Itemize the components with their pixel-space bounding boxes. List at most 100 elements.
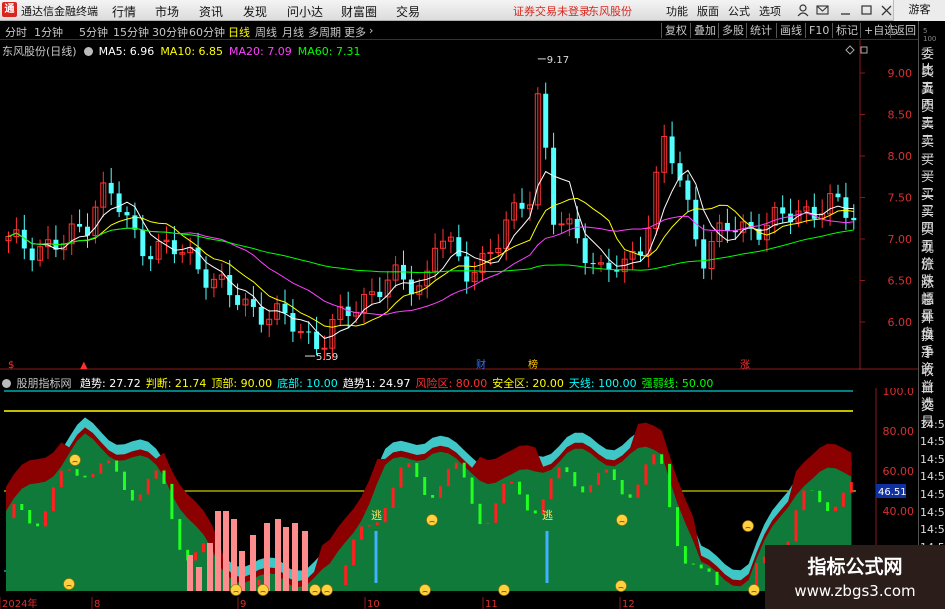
bottom-signal-bar	[264, 523, 270, 591]
maximize-icon[interactable]	[861, 5, 872, 15]
menu-fortune-circle[interactable]: 财富圈	[341, 3, 377, 20]
candle-body-down	[724, 222, 730, 231]
candle-body-down	[851, 217, 857, 221]
period-daily[interactable]: 日线	[228, 24, 250, 40]
emoji-face-icon	[615, 580, 627, 592]
watermark-line1: 指标公式网	[807, 556, 903, 578]
overlay-button[interactable]: 叠加	[690, 23, 716, 38]
x-axis-label: 12	[622, 599, 635, 609]
candle-body-down	[701, 239, 707, 269]
bottom-signal-bar	[239, 551, 245, 591]
bottom-signal-bar	[302, 531, 308, 591]
candle-body-down	[606, 262, 612, 270]
emoji-face-icon	[426, 514, 438, 526]
close-icon[interactable]	[881, 5, 892, 16]
emoji-face-icon	[257, 584, 269, 596]
indicator-tick-label: 80.00	[883, 425, 915, 438]
candle-body-down	[171, 240, 177, 255]
candle-body-down	[290, 313, 296, 332]
candle-body-down	[590, 263, 596, 265]
menu-discover[interactable]: 发现	[243, 3, 267, 20]
event-marker[interactable]: 财	[476, 358, 486, 370]
f10-button[interactable]: F10	[805, 23, 829, 38]
window-controls	[797, 4, 892, 17]
high-price-label: 9.17	[547, 55, 569, 66]
period-monthly[interactable]: 月线	[282, 24, 304, 40]
menu-quotes[interactable]: 行情	[112, 3, 136, 20]
user-icon[interactable]	[797, 4, 809, 17]
x-axis-label: 9	[240, 599, 246, 609]
period-1min[interactable]: 1分钟	[34, 24, 63, 40]
stock-name-title: 东风股份	[588, 5, 632, 18]
event-marker[interactable]: $	[8, 360, 14, 370]
candle-body-down	[282, 303, 288, 314]
emoji-face-icon	[616, 514, 628, 526]
adjust-button[interactable]: 复权	[661, 23, 687, 38]
quote-side-panel: 5 100 委比 卖五 卖四 卖三 卖二 卖一 买一 买二 买三 买四 买五 现价 涨跌 涨幅 总量 外盘 换手…	[918, 21, 945, 609]
mark-button[interactable]: 标记	[832, 23, 858, 38]
emoji-face-icon	[230, 584, 242, 596]
candle-body-down	[77, 223, 83, 227]
candle-body-down	[677, 163, 683, 181]
menu-formula[interactable]: 公式	[728, 3, 750, 19]
chevron-right-icon[interactable]: ›	[369, 24, 373, 37]
side-item[interactable]: 14:56	[920, 452, 945, 468]
period-30min[interactable]: 30分钟	[152, 24, 188, 40]
menu-options[interactable]: 选项	[759, 3, 781, 19]
period-60min[interactable]: 60分钟	[189, 24, 225, 40]
event-marker[interactable]: ▲	[80, 360, 88, 370]
draw-line-button[interactable]: 画线	[776, 23, 802, 38]
candle-body-down	[582, 238, 588, 264]
login-notice[interactable]: 证券交易未登录	[513, 3, 590, 19]
candle-body-down	[108, 182, 114, 194]
kline-chart[interactable]: 9.00 8.50 8.00 7.50 7.00 6.50 6.00 9.17 5.59 $ ▲ 财 榜…	[0, 40, 918, 370]
menu-function[interactable]: 功能	[666, 3, 688, 19]
candle-body-up	[321, 347, 328, 350]
period-more[interactable]: 更多	[344, 24, 366, 40]
menu-ask-xiaoda[interactable]: 问小达	[287, 3, 323, 20]
side-item[interactable]: 14:56	[920, 487, 945, 503]
candle-body-down	[258, 306, 264, 325]
x-axis-label: 11	[485, 599, 498, 609]
menu-trade[interactable]: 交易	[396, 3, 420, 20]
period-toolbar: 分时 1分钟 5分钟 15分钟 30分钟 60分钟 日线 周线 月线 多周期 更…	[0, 21, 918, 40]
side-item[interactable]: 14:56	[920, 469, 945, 485]
side-item[interactable]: 14:56	[920, 522, 945, 538]
event-marker[interactable]: 涨	[740, 359, 750, 370]
candle-body-down	[306, 331, 312, 333]
candle-body-down	[685, 180, 691, 200]
candle-body-down	[314, 331, 320, 350]
side-item[interactable]: 14:56	[920, 417, 945, 433]
mail-icon[interactable]	[816, 5, 829, 15]
side-item[interactable]: 14:56	[920, 434, 945, 450]
title-bar: 通 通达信金融终端 行情 市场 资讯 发现 问小达 财富圈 交易 证券交易未登录…	[0, 0, 945, 21]
bottom-signal-bar	[207, 543, 213, 591]
period-weekly[interactable]: 周线	[255, 24, 277, 40]
menu-market[interactable]: 市场	[155, 3, 179, 20]
side-top-small-2: 100	[923, 35, 937, 43]
period-intraday[interactable]: 分时	[5, 24, 27, 40]
menu-layout[interactable]: 版面	[697, 3, 719, 19]
indicator-tick-label: 40.00	[883, 505, 915, 518]
bottom-signal-bar	[223, 511, 229, 591]
candle-body-down	[195, 247, 201, 270]
price-tick-label: 6.00	[888, 316, 913, 329]
event-marker[interactable]: 榜	[528, 358, 538, 370]
period-5min[interactable]: 5分钟	[79, 24, 108, 40]
guest-login[interactable]: 游客	[893, 0, 945, 21]
app-logo-icon: 通	[2, 2, 17, 17]
period-15min[interactable]: 15分钟	[113, 24, 149, 40]
escape-signal-label: 逃	[542, 509, 553, 522]
back-button[interactable]: 返回	[890, 23, 916, 38]
side-item[interactable]: 14:56	[920, 505, 945, 521]
multi-stock-button[interactable]: 多股	[718, 23, 744, 38]
price-tick-label: 8.50	[888, 109, 913, 122]
statistics-button[interactable]: 统计	[746, 23, 772, 38]
period-multi[interactable]: 多周期	[308, 24, 341, 40]
candle-body-down	[250, 299, 256, 307]
indicator-settings-icon[interactable]	[2, 379, 11, 388]
menu-news[interactable]: 资讯	[199, 3, 223, 20]
candle-body-down	[464, 256, 470, 282]
bottom-signal-bar	[292, 523, 298, 591]
emoji-face-icon	[742, 520, 754, 532]
